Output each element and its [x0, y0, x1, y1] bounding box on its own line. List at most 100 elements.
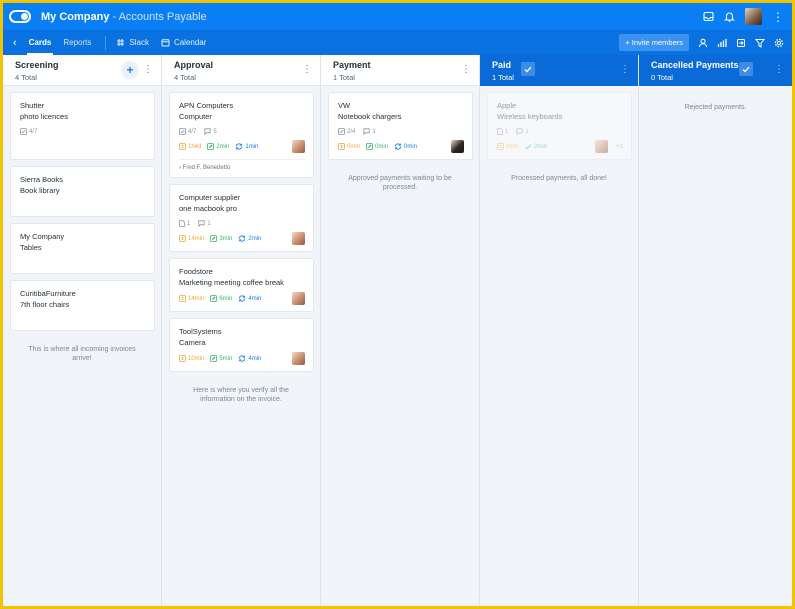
column-title: Paid	[492, 60, 512, 70]
assignee-avatar[interactable]	[451, 140, 464, 153]
timer-sync: 4min	[238, 295, 261, 302]
column-menu-icon[interactable]: ⋮	[302, 64, 312, 75]
slack-icon	[116, 38, 125, 47]
column-hint: Processed payments, all done!	[511, 175, 607, 182]
back-arrow-icon[interactable]: ‹	[13, 37, 17, 49]
card[interactable]: Shutter photo licences 4/7	[10, 92, 155, 160]
card-subtitle: one macbook pro	[179, 204, 237, 213]
timer-pending: 0min	[338, 143, 360, 150]
checklist-meta: 4/7	[179, 128, 196, 135]
column-menu-icon[interactable]: ⋮	[143, 64, 153, 75]
done-checkbox[interactable]	[739, 62, 753, 76]
comments-meta: 5	[204, 128, 217, 135]
assignee-avatar[interactable]	[292, 232, 305, 245]
timer-sync-value: 4min	[248, 355, 262, 362]
comments-count: 1	[372, 128, 376, 135]
timer-pending: 10min	[179, 355, 204, 362]
tab-cards[interactable]: Cards	[26, 30, 54, 55]
timer-edited-value: 6min	[219, 295, 233, 302]
column-hint: Here is where you verify all the informa…	[193, 387, 289, 404]
card-subtitle: Computer	[179, 112, 212, 121]
user-avatar[interactable]	[745, 8, 762, 25]
timer-edited: 5min	[210, 355, 232, 362]
timer-pending-value: 10min	[188, 355, 205, 362]
card-list: Shutter photo licences 4/7 Sierra Books …	[3, 86, 161, 331]
card-subtitle: photo licences	[20, 112, 68, 121]
card-timers: 0min 0min 0min	[338, 140, 464, 153]
card-meta: 4/7	[20, 128, 146, 135]
checklist-count: 2/4	[347, 128, 356, 135]
gear-icon[interactable]	[774, 38, 784, 48]
card[interactable]: VW Notebook chargers 2/4 1 0min 0min 0mi…	[328, 92, 473, 160]
more-menu-icon[interactable]: ⋮	[772, 11, 784, 23]
card[interactable]: My Company Tables	[10, 223, 155, 274]
assignee-avatar[interactable]	[292, 352, 305, 365]
company-name: My Company	[41, 10, 110, 23]
card-meta: 1 1	[179, 220, 305, 227]
column-count: 1 Total	[492, 73, 514, 82]
filter-icon[interactable]	[755, 38, 765, 48]
invite-members-button[interactable]: + Invite members	[619, 34, 689, 51]
card[interactable]: Computer supplier one macbook pro 1 1 14…	[169, 184, 314, 252]
timer-done: 2min	[525, 143, 547, 150]
timer-pending-value: 1h4d	[188, 143, 202, 150]
card-title: APN Computers	[179, 101, 234, 110]
column-menu-icon[interactable]: ⋮	[774, 64, 784, 75]
timer-edited: 0min	[366, 143, 388, 150]
edit-icon	[210, 235, 218, 242]
comments-count: 1	[525, 128, 529, 135]
card-list: APN Computers Computer 4/7 5 1h4d 2min 1…	[162, 86, 320, 372]
card[interactable]: CuritibaFurniture 7th floor chairs	[10, 280, 155, 331]
column-paid: Paid 1 Total ⋮ Apple Wireless keyboards …	[480, 55, 639, 606]
column-title: Cancelled Payments	[651, 60, 739, 70]
column-count: 4 Total	[174, 73, 196, 82]
column-header: Payment 1 Total ⋮	[321, 55, 479, 86]
comment-icon	[204, 128, 211, 135]
card[interactable]: Apple Wireless keyboards 1 1 0min 2min +…	[487, 92, 632, 160]
column-hint: Rejected payments.	[684, 104, 747, 111]
column-count: 0 Total	[651, 73, 673, 82]
board-nav: ‹ Cards Reports Slack Calendar + Invite …	[3, 30, 792, 55]
timer-pending: 1h4d	[179, 143, 201, 150]
comment-icon	[516, 128, 523, 135]
edit-icon	[210, 355, 218, 362]
card-subtitle: Wireless keyboards	[497, 112, 563, 121]
assignee-avatar[interactable]	[595, 140, 609, 153]
card[interactable]: APN Computers Computer 4/7 5 1h4d 2min 1…	[169, 92, 314, 178]
inbox-icon[interactable]	[703, 11, 714, 22]
bar-chart-icon[interactable]	[717, 38, 727, 48]
sync-icon	[238, 355, 246, 362]
hourglass-icon	[179, 143, 186, 150]
check-icon	[525, 143, 532, 150]
add-card-button[interactable]: +	[121, 61, 139, 79]
checkmark-icon	[524, 66, 532, 73]
user-icon[interactable]	[698, 38, 708, 48]
column-menu-icon[interactable]: ⋮	[620, 64, 630, 75]
checkmark-icon	[742, 66, 750, 73]
calendar-link[interactable]: Calendar	[161, 38, 206, 47]
bell-icon[interactable]	[724, 11, 735, 22]
column-menu-icon[interactable]: ⋮	[461, 64, 471, 75]
tab-reports[interactable]: Reports	[63, 30, 91, 55]
card[interactable]: Sierra Books Book library	[10, 166, 155, 217]
attachments-count: 1	[187, 220, 191, 227]
timer-pending: 14min	[179, 235, 204, 242]
comments-meta: 1	[516, 128, 529, 135]
card-title: ToolSystems	[179, 327, 222, 336]
card-title: Computer supplier	[179, 193, 241, 202]
comments-meta: 1	[198, 220, 211, 227]
timer-pending-value: 0min	[506, 143, 520, 150]
export-icon[interactable]	[736, 38, 746, 48]
slack-link[interactable]: Slack	[116, 38, 149, 47]
card[interactable]: Foodstore Marketing meeting coffee break…	[169, 258, 314, 312]
card-title: Sierra Books	[20, 175, 63, 184]
card[interactable]: ToolSystems Camera 10min 5min 4min	[169, 318, 314, 372]
card-timers: 14min 6min 4min	[179, 292, 305, 305]
board-actions: + Invite members	[619, 34, 784, 51]
assignee-avatar[interactable]	[292, 292, 305, 305]
assignee-avatar[interactable]	[292, 140, 305, 153]
assignee-arrow-icon: ›	[179, 165, 181, 171]
app-logo-icon[interactable]	[9, 10, 31, 23]
done-checkbox[interactable]	[521, 62, 535, 76]
card-title: Shutter	[20, 101, 45, 110]
